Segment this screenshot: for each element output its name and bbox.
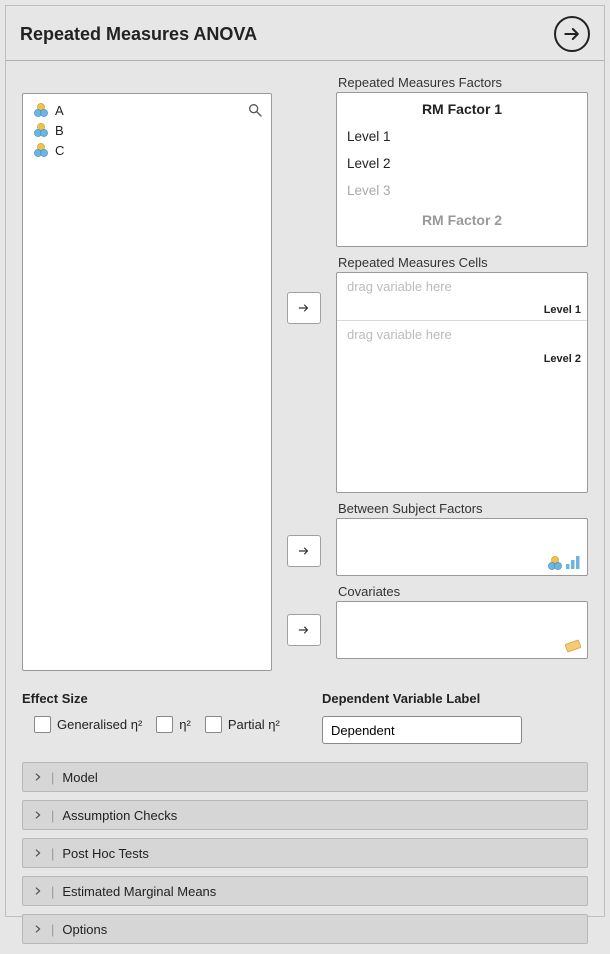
arrow-right-icon — [562, 24, 582, 44]
rm-anova-panel: Repeated Measures ANOVA ABC — [5, 5, 605, 917]
nominal-icon — [33, 122, 49, 138]
collapsible-label: Post Hoc Tests — [62, 846, 148, 861]
checkbox-icon — [205, 716, 222, 733]
allowed-types-icons — [565, 638, 581, 654]
source-variable[interactable]: C — [27, 140, 267, 160]
arrow-right-icon — [297, 301, 311, 315]
rm-factor-level[interactable]: Level 2 — [337, 150, 587, 177]
collapsible-section[interactable]: | Assumption Checks — [22, 800, 588, 830]
rm-cell-row[interactable]: drag variable here Level 2 — [337, 321, 587, 369]
scale-icon — [565, 638, 581, 654]
variable-name: A — [55, 103, 64, 118]
source-variable-rows: ABC — [27, 100, 267, 160]
dep-var-input[interactable] — [322, 716, 522, 744]
dep-var-section: Dependent Variable Label — [322, 691, 588, 744]
check-partial-eta[interactable]: Partial η² — [205, 716, 280, 733]
divider: | — [51, 922, 54, 937]
variable-name: C — [55, 143, 64, 158]
arrow-right-icon — [297, 623, 311, 637]
rm-cell-level-tag: Level 1 — [544, 304, 581, 316]
panel-header: Repeated Measures ANOVA — [6, 6, 604, 61]
collapsible-label: Model — [62, 770, 97, 785]
target-column: Repeated Measures Factors RM Factor 1 Le… — [336, 75, 588, 671]
arrow-right-icon — [297, 544, 311, 558]
variable-name: B — [55, 123, 64, 138]
collapsible-section[interactable]: | Model — [22, 762, 588, 792]
source-column: ABC — [22, 75, 272, 671]
check-generalised-eta[interactable]: Generalised η² — [34, 716, 142, 733]
dep-var-heading: Dependent Variable Label — [322, 691, 588, 706]
chevron-right-icon — [33, 884, 43, 899]
check-label: Generalised η² — [57, 717, 142, 732]
search-icon[interactable] — [247, 102, 263, 121]
move-to-cells-button[interactable] — [287, 292, 321, 324]
rm-factors-box[interactable]: RM Factor 1 Level 1 Level 2 Level 3 RM F… — [336, 92, 588, 247]
chevron-right-icon — [33, 846, 43, 861]
checkbox-icon — [156, 716, 173, 733]
top-columns: ABC Repeated Me — [22, 75, 588, 671]
between-factors-box[interactable] — [336, 518, 588, 576]
nominal-icon — [547, 555, 563, 571]
collapsible-label: Estimated Marginal Means — [62, 884, 216, 899]
check-label: Partial η² — [228, 717, 280, 732]
divider: | — [51, 808, 54, 823]
variable-source-list[interactable]: ABC — [22, 93, 272, 671]
covariates-box[interactable] — [336, 601, 588, 659]
panel-body: ABC Repeated Me — [6, 61, 604, 954]
rm-factor-level[interactable]: Level 1 — [337, 123, 587, 150]
nominal-icon — [33, 142, 49, 158]
rm-cells-label: Repeated Measures Cells — [338, 255, 588, 270]
check-label: η² — [179, 717, 191, 732]
effect-size-checks: Generalised η² η² Partial η² — [22, 716, 302, 733]
rm-cell-level-tag: Level 2 — [544, 353, 581, 365]
collapsible-section[interactable]: | Post Hoc Tests — [22, 838, 588, 868]
collapsible-section[interactable]: | Estimated Marginal Means — [22, 876, 588, 906]
chevron-right-icon — [33, 808, 43, 823]
rm-next-factor-placeholder[interactable]: RM Factor 2 — [337, 204, 587, 234]
divider: | — [51, 846, 54, 861]
collapsible-label: Options — [62, 922, 107, 937]
rm-factor-name[interactable]: RM Factor 1 — [337, 93, 587, 123]
between-label: Between Subject Factors — [338, 501, 588, 516]
rm-factor-level-placeholder[interactable]: Level 3 — [337, 177, 587, 204]
panel-title: Repeated Measures ANOVA — [20, 24, 257, 45]
source-variable[interactable]: A — [27, 100, 267, 120]
rm-cell-row[interactable]: drag variable here Level 1 — [337, 273, 587, 321]
covariates-label: Covariates — [338, 584, 588, 599]
collapsible-section[interactable]: | Options — [22, 914, 588, 944]
chevron-right-icon — [33, 770, 43, 785]
checkbox-icon — [34, 716, 51, 733]
divider: | — [51, 884, 54, 899]
rm-cell-placeholder: drag variable here — [337, 273, 587, 300]
effect-size-section: Effect Size Generalised η² η² Partial η² — [22, 691, 302, 744]
lower-row: Effect Size Generalised η² η² Partial η² — [22, 691, 588, 744]
rm-cells-box[interactable]: drag variable here Level 1 drag variable… — [336, 272, 588, 493]
rm-factors-label: Repeated Measures Factors — [338, 75, 588, 90]
ordinal-icon — [565, 555, 581, 571]
move-buttons-column — [284, 75, 324, 671]
nominal-icon — [33, 102, 49, 118]
collapsible-sections: |Model|Assumption Checks|Post Hoc Tests|… — [22, 762, 588, 944]
collapsible-label: Assumption Checks — [62, 808, 177, 823]
run-button[interactable] — [554, 16, 590, 52]
rm-cell-placeholder: drag variable here — [337, 321, 587, 348]
effect-size-heading: Effect Size — [22, 691, 302, 706]
allowed-types-icons — [547, 555, 581, 571]
move-to-covariates-button[interactable] — [287, 614, 321, 646]
chevron-right-icon — [33, 922, 43, 937]
source-variable[interactable]: B — [27, 120, 267, 140]
check-eta[interactable]: η² — [156, 716, 191, 733]
move-to-between-button[interactable] — [287, 535, 321, 567]
divider: | — [51, 770, 54, 785]
